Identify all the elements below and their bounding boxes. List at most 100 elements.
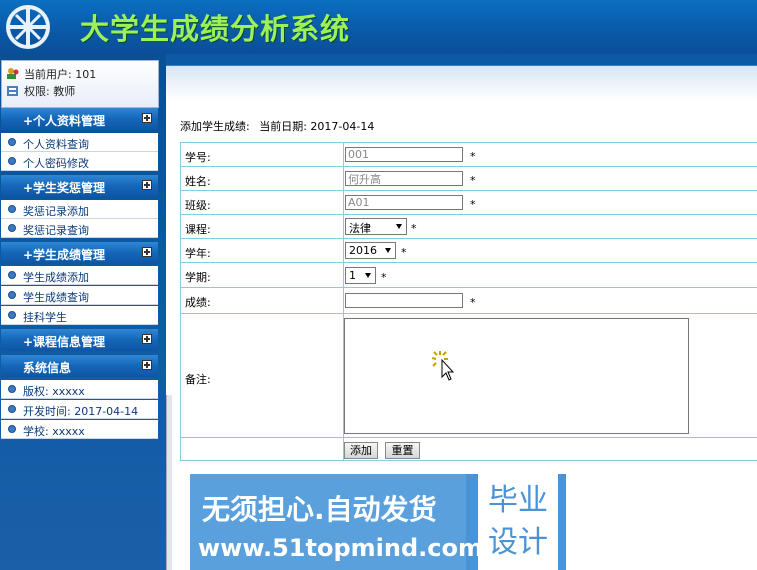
course-selected-value: 法律 xyxy=(349,222,371,235)
score-label: 成绩: xyxy=(185,296,211,309)
sidebar-item-label: 版权: xxxxx xyxy=(23,385,85,398)
row-buttons xyxy=(180,438,757,461)
section-title: +个人资料管理 xyxy=(23,114,106,128)
expand-icon[interactable] xyxy=(142,360,152,370)
role-label: 权限: 教师 xyxy=(24,85,76,98)
permission-icon xyxy=(7,86,18,96)
row-class: 班级: * xyxy=(180,191,757,215)
section-rewards[interactable]: +学生奖惩管理 xyxy=(1,175,158,197)
add-grade-form: 学号: * 姓名: * 班级: * 课程: 法律 * 学年: 2016 * xyxy=(180,142,757,461)
sidebar-item-grade-query[interactable]: 学生成绩查询 xyxy=(1,286,158,305)
sidebar-item-reward-query[interactable]: 奖惩记录查询 xyxy=(1,219,158,238)
sidebar-item-reward-add[interactable]: 奖惩记录添加 xyxy=(1,200,158,219)
section-courses[interactable]: +课程信息管理 xyxy=(1,329,158,351)
bullet-icon xyxy=(8,271,16,279)
term-label: 学期: xyxy=(185,271,211,284)
required-mark: * xyxy=(411,222,417,235)
class-label: 班级: xyxy=(185,199,211,212)
bullet-icon xyxy=(8,311,16,319)
watermark-badge: 毕业设计 xyxy=(478,474,558,570)
score-input[interactable] xyxy=(345,293,463,308)
breadcrumb-label: 添加学生成绩: xyxy=(180,120,250,133)
row-term: 学期: 1 * xyxy=(180,263,757,288)
term-selected-value: 1 xyxy=(349,269,356,282)
current-user-label: 当前用户: 101 xyxy=(24,68,97,81)
sidebar-item-failing-students[interactable]: 挂科学生 xyxy=(1,306,158,325)
sidebar-item-label: 个人资料查询 xyxy=(23,138,89,151)
sidebar-item-label: 奖惩记录添加 xyxy=(23,205,89,218)
current-date: 当前日期: 2017-04-14 xyxy=(259,120,375,133)
required-mark: * xyxy=(470,150,476,163)
expand-icon[interactable] xyxy=(142,113,152,123)
required-mark: * xyxy=(401,246,407,259)
bullet-icon xyxy=(8,405,16,413)
sidebar: 当前用户: 101 权限: 教师 +个人资料管理 个人资料查询 个人密码修改 +… xyxy=(0,54,166,570)
sidebar-item-label: 学校: xxxxx xyxy=(23,425,85,438)
sidebar-item-label: 挂科学生 xyxy=(23,311,67,324)
year-label: 学年: xyxy=(185,247,211,260)
user-icon xyxy=(7,68,19,79)
user-info-box: 当前用户: 101 权限: 教师 xyxy=(1,60,159,108)
row-score: 成绩: * xyxy=(180,288,757,314)
course-select[interactable]: 法律 xyxy=(345,218,407,235)
app-title: 大学生成绩分析系统 xyxy=(80,12,351,46)
sidebar-item-copyright: 版权: xxxxx xyxy=(1,380,158,399)
remarks-textarea[interactable] xyxy=(344,318,689,434)
watermark-line2: www.51topmind.com xyxy=(198,534,483,562)
expand-icon[interactable] xyxy=(142,247,152,257)
student-id-input[interactable] xyxy=(345,147,463,162)
watermark-line1: 无须担心.自动发货 xyxy=(202,493,437,526)
bullet-icon xyxy=(8,425,16,433)
section-title: +学生奖惩管理 xyxy=(23,181,106,195)
expand-icon[interactable] xyxy=(142,180,152,190)
sidebar-item-label: 学生成绩查询 xyxy=(23,291,89,304)
loading-cursor-icon xyxy=(431,351,455,381)
course-label: 课程: xyxy=(185,223,211,236)
year-select[interactable]: 2016 xyxy=(345,242,396,259)
section-title: +学生成绩管理 xyxy=(23,248,106,262)
bullet-icon xyxy=(8,291,16,299)
section-title: 系统信息 xyxy=(23,361,72,375)
name-input[interactable] xyxy=(345,171,463,186)
header-bar: 大学生成绩分析系统 xyxy=(0,0,757,54)
logo-icon xyxy=(6,5,50,49)
sidebar-item-profile-query[interactable]: 个人资料查询 xyxy=(1,133,158,152)
sidebar-item-password-change[interactable]: 个人密码修改 xyxy=(1,152,158,171)
content-top-band xyxy=(166,54,757,101)
watermark-left: 无须担心.自动发货 www.51topmind.com xyxy=(190,474,483,570)
required-mark: * xyxy=(470,174,476,187)
section-grades[interactable]: +学生成绩管理 xyxy=(1,242,158,264)
sidebar-item-label: 个人密码修改 xyxy=(23,157,89,170)
sidebar-item-school: 学校: xxxxx xyxy=(1,420,158,439)
section-personal[interactable]: +个人资料管理 xyxy=(1,108,158,130)
row-student-id: 学号: * xyxy=(180,143,757,167)
bullet-icon xyxy=(8,385,16,393)
section-title: +课程信息管理 xyxy=(23,335,106,349)
bullet-icon xyxy=(8,157,16,165)
term-select[interactable]: 1 xyxy=(345,267,376,284)
bullet-icon xyxy=(8,205,16,213)
watermark-banner: 无须担心.自动发货 www.51topmind.com 毕业设计 xyxy=(190,474,566,570)
reset-button[interactable]: 重置 xyxy=(385,442,420,459)
required-mark: * xyxy=(470,296,476,309)
row-course: 课程: 法律 * xyxy=(180,215,757,239)
chevron-down-icon xyxy=(396,224,402,229)
row-year: 学年: 2016 * xyxy=(180,239,757,263)
frame-scrollbar[interactable] xyxy=(166,395,172,570)
expand-icon[interactable] xyxy=(142,334,152,344)
add-button[interactable]: 添加 xyxy=(344,442,378,459)
bullet-icon xyxy=(8,224,16,232)
sidebar-item-label: 奖惩记录查询 xyxy=(23,224,89,237)
sidebar-item-dev-time: 开发时间: 2017-04-14 xyxy=(1,400,158,419)
name-label: 姓名: xyxy=(185,175,211,188)
section-system-info[interactable]: 系统信息 xyxy=(1,355,158,377)
chevron-down-icon xyxy=(365,273,371,278)
required-mark: * xyxy=(470,198,476,211)
sidebar-item-grade-add[interactable]: 学生成绩添加 xyxy=(1,266,158,285)
breadcrumb: 添加学生成绩: 当前日期: 2017-04-14 xyxy=(180,118,374,134)
bullet-icon xyxy=(8,138,16,146)
remarks-label: 备注: xyxy=(185,373,211,386)
required-mark: * xyxy=(381,271,387,284)
sidebar-item-label: 学生成绩添加 xyxy=(23,271,89,284)
class-input[interactable] xyxy=(345,195,463,210)
